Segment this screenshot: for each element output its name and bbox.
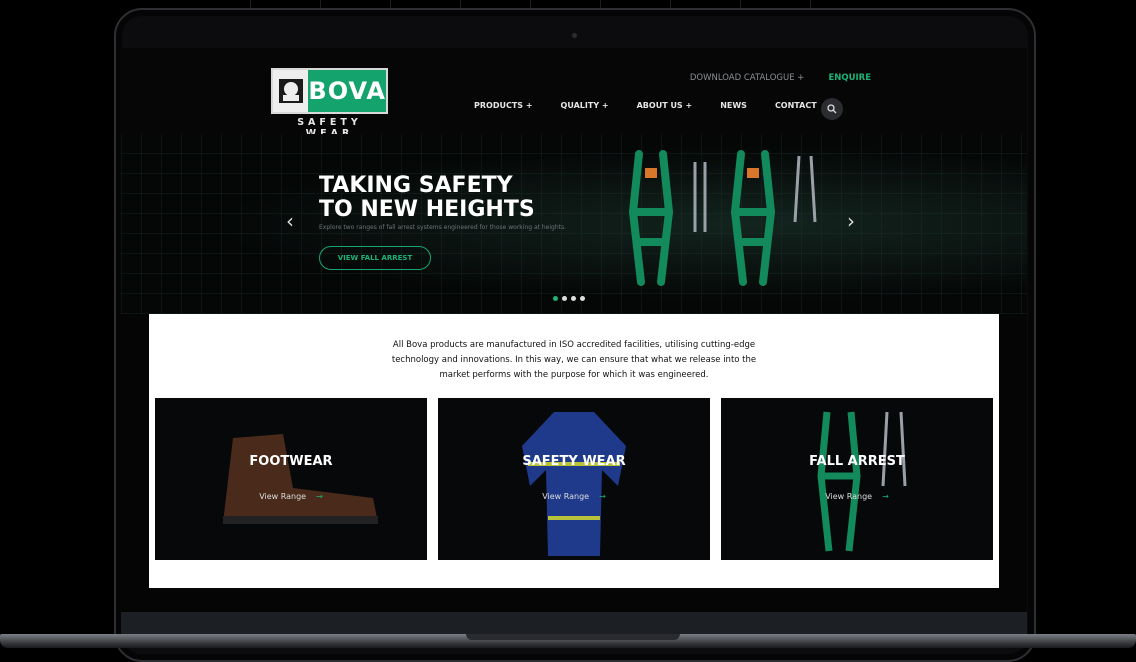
card-safety-wear[interactable]: SAFETY WEAR View Range → xyxy=(438,398,710,560)
slider-dot-2[interactable] xyxy=(562,296,567,301)
arrow-right-icon: → xyxy=(882,492,889,501)
background-lines xyxy=(250,0,850,8)
logo-wordmark: BOVA xyxy=(308,70,386,112)
intro-text: All Bova products are manufactured in IS… xyxy=(391,340,757,380)
coverall-icon xyxy=(522,412,626,556)
hero-subtitle: Explore two ranges of fall arrest system… xyxy=(319,224,567,231)
harness-icon xyxy=(817,411,907,552)
card-footwear[interactable]: FOOTWEAR View Range → xyxy=(155,398,427,560)
slider-next-icon[interactable]: › xyxy=(847,209,855,233)
download-catalogue-link[interactable]: DOWNLOAD CATALOGUE + xyxy=(690,73,805,83)
category-cards: FOOTWEAR View Range → SAFETY WEAR View Ra… xyxy=(155,398,993,560)
view-range-link[interactable]: View Range → xyxy=(721,492,993,501)
card-title: FALL ARREST xyxy=(809,454,905,469)
slider-dots xyxy=(553,296,585,301)
boot-icon xyxy=(223,434,378,524)
slider-prev-icon[interactable]: ‹ xyxy=(286,209,294,233)
view-fall-arrest-button[interactable]: VIEW FALL ARREST xyxy=(319,246,431,270)
top-links: DOWNLOAD CATALOGUE + ENQUIRE xyxy=(690,73,871,83)
slider-dot-3[interactable] xyxy=(571,296,576,301)
view-range-link[interactable]: View Range → xyxy=(438,492,710,501)
bulldog-icon xyxy=(273,70,309,112)
card-title: FOOTWEAR xyxy=(249,454,333,469)
slider-dot-1[interactable] xyxy=(553,296,558,301)
view-range-link[interactable]: View Range → xyxy=(155,492,427,501)
search-button[interactable] xyxy=(821,98,843,120)
site-header: BOVA SAFETY WEAR DOWNLOAD CATALOGUE + EN… xyxy=(121,48,1027,139)
hero-slider: TAKING SAFETY TO NEW HEIGHTS Explore two… xyxy=(121,134,1027,314)
hero-title: TAKING SAFETY TO NEW HEIGHTS xyxy=(319,173,535,222)
enquire-link[interactable]: ENQUIRE xyxy=(828,73,871,83)
card-fall-arrest[interactable]: FALL ARREST View Range → xyxy=(721,398,993,560)
arrow-right-icon: → xyxy=(599,492,606,501)
nav-products[interactable]: PRODUCTS + xyxy=(474,101,533,110)
arrow-right-icon: → xyxy=(316,492,323,501)
nav-contact[interactable]: CONTACT xyxy=(775,101,817,110)
products-section: All Bova products are manufactured in IS… xyxy=(149,314,999,588)
nav-about-us[interactable]: ABOUT US + xyxy=(637,101,693,110)
website-screen: BOVA SAFETY WEAR DOWNLOAD CATALOGUE + EN… xyxy=(121,48,1027,638)
card-title: SAFETY WEAR xyxy=(522,454,626,469)
harness-image xyxy=(628,150,817,286)
nav-quality[interactable]: QUALITY + xyxy=(561,101,609,110)
laptop-notch xyxy=(466,634,680,640)
bova-logo[interactable]: BOVA SAFETY WEAR xyxy=(271,68,388,139)
nav-news[interactable]: NEWS xyxy=(720,101,747,110)
search-icon xyxy=(827,104,837,114)
camera-dot xyxy=(572,33,577,38)
slider-dot-4[interactable] xyxy=(580,296,585,301)
main-nav: PRODUCTS + QUALITY + ABOUT US + NEWS CON… xyxy=(474,101,817,110)
